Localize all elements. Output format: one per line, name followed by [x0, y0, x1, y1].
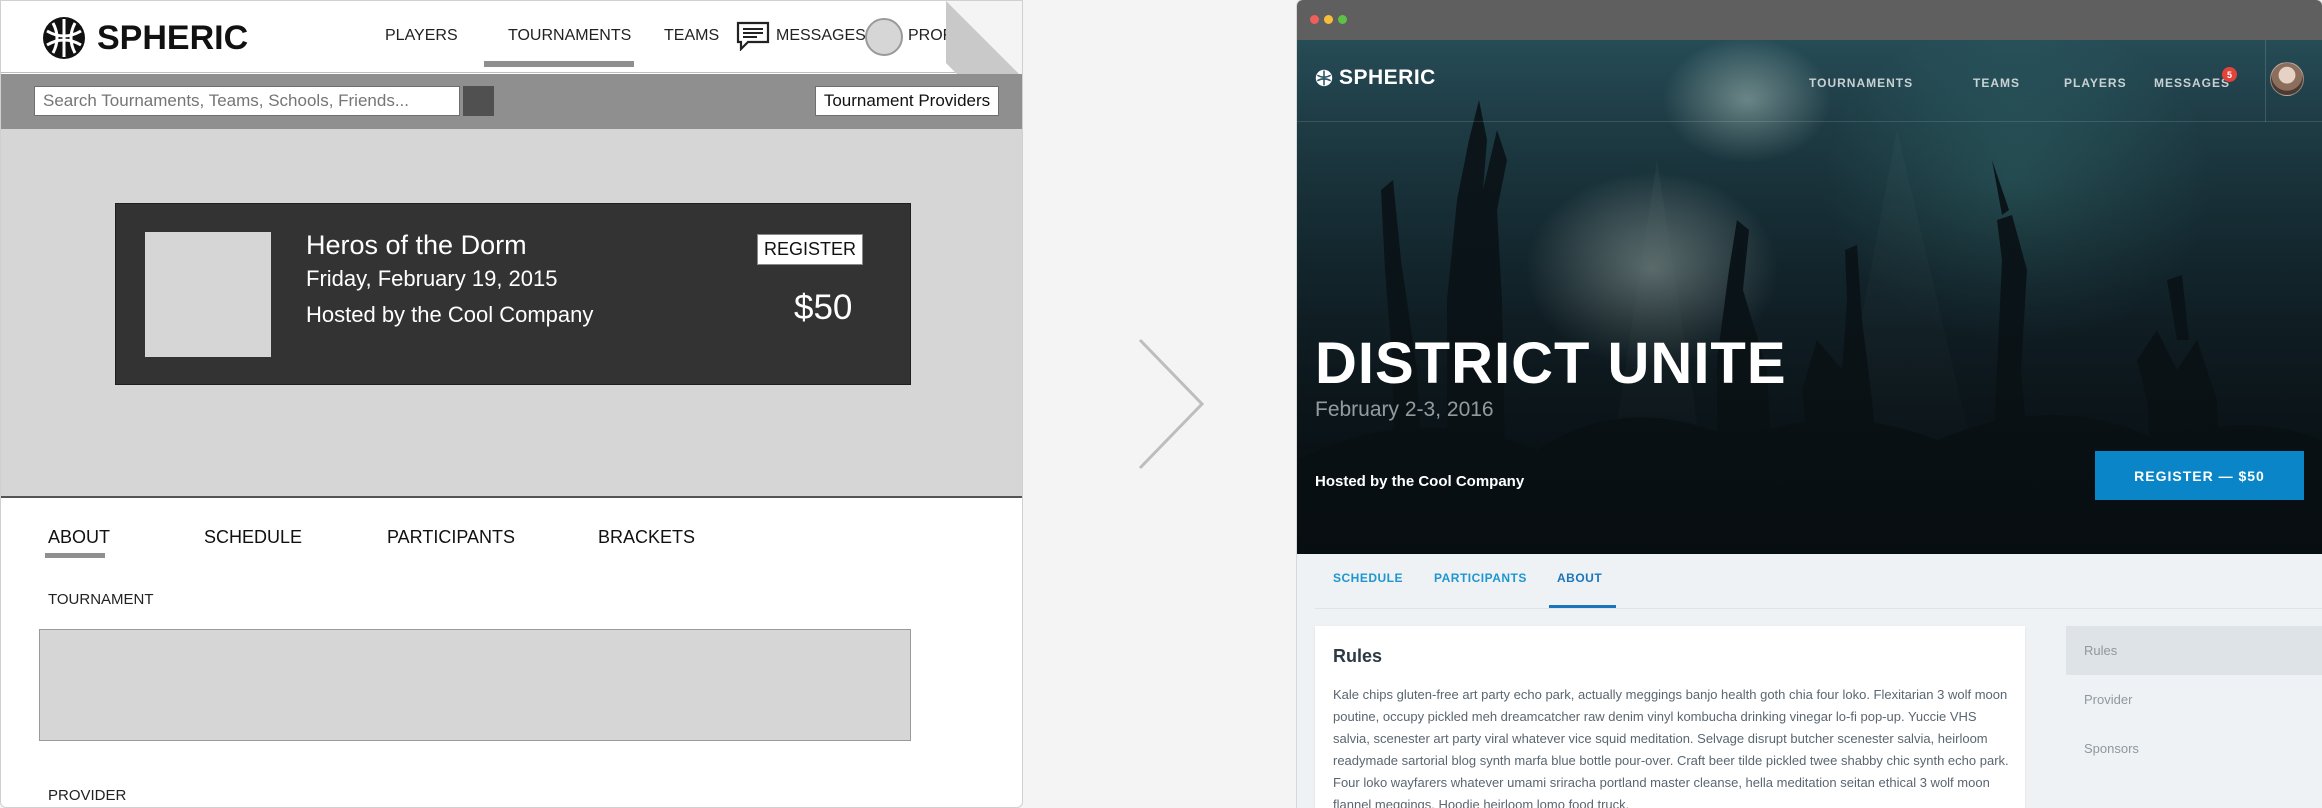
- wireframe-hero: Heros of the Dorm Friday, February 19, 2…: [1, 129, 1022, 498]
- nav-tournaments[interactable]: TOURNAMENTS: [508, 27, 631, 45]
- design-logo-text: SPHERIC: [1339, 66, 1436, 89]
- design-logo[interactable]: SPHERIC: [1315, 66, 1436, 90]
- nav-messages[interactable]: MESSAGES: [776, 27, 866, 45]
- wireframe-logo[interactable]: SPHERIC: [41, 15, 248, 61]
- design-register-button[interactable]: REGISTER — $50: [2095, 451, 2304, 500]
- messages-count-badge: 5: [2222, 67, 2237, 82]
- event-host: Hosted by the Cool Company: [306, 302, 594, 327]
- event-hero: SPHERIC TOURNAMENTS TEAMS PLAYERS MESSAG…: [1297, 40, 2322, 554]
- event-title: Heros of the Dorm: [306, 230, 527, 260]
- design-nav-teams[interactable]: TEAMS: [1973, 76, 2020, 90]
- design-event-title: DISTRICT UNITE: [1315, 331, 1787, 396]
- maximize-window-icon[interactable]: [1338, 15, 1347, 24]
- design-tab-schedule[interactable]: SCHEDULE: [1333, 571, 1403, 585]
- rules-title: Rules: [1333, 646, 1383, 666]
- section-tournament-label: TOURNAMENT: [48, 591, 154, 608]
- about-sidebar: Rules Provider Sponsors: [2066, 626, 2322, 808]
- section-provider-label: PROVIDER: [48, 787, 127, 804]
- event-image-placeholder: [145, 232, 271, 357]
- rules-card: Rules Kale chips gluten-free art party e…: [1315, 626, 2025, 808]
- search-input[interactable]: [34, 86, 460, 116]
- design-nav-messages[interactable]: MESSAGES: [2154, 76, 2230, 90]
- search-button[interactable]: [463, 86, 494, 116]
- tab-brackets[interactable]: BRACKETS: [598, 527, 695, 548]
- close-window-icon[interactable]: [1310, 15, 1319, 24]
- nav-players[interactable]: PLAYERS: [385, 27, 458, 45]
- design-browser-window: SPHERIC TOURNAMENTS TEAMS PLAYERS MESSAG…: [1297, 0, 2322, 808]
- tournament-providers-button[interactable]: Tournament Providers: [815, 86, 999, 116]
- chevron-right-icon: [1138, 338, 1205, 470]
- profile-avatar[interactable]: [865, 18, 903, 56]
- design-nav-tournaments[interactable]: TOURNAMENTS: [1809, 76, 1913, 90]
- nav-divider: [2265, 40, 2266, 122]
- tab-about[interactable]: ABOUT: [48, 527, 110, 548]
- tab-participants[interactable]: PARTICIPANTS: [387, 527, 515, 548]
- wireframe-navbar: SPHERIC PLAYERS TOURNAMENTS TEAMS MESSAG…: [1, 1, 1022, 77]
- tabs-divider: [1315, 608, 2322, 609]
- nav-teams[interactable]: TEAMS: [664, 27, 719, 45]
- sidebar-item-sponsors[interactable]: Sponsors: [2066, 724, 2322, 773]
- design-tab-about[interactable]: ABOUT: [1557, 571, 1602, 585]
- design-event-date: February 2-3, 2016: [1315, 398, 1494, 421]
- design-navbar: SPHERIC TOURNAMENTS TEAMS PLAYERS MESSAG…: [1297, 40, 2322, 122]
- design-event-host: Hosted by the Cool Company: [1315, 473, 1525, 490]
- wireframe-search-bar: Tournament Providers: [1, 74, 1022, 129]
- event-price: $50: [794, 288, 853, 327]
- rules-text: Kale chips gluten-free art party echo pa…: [1333, 687, 2009, 808]
- wireframe-panel: SPHERIC PLAYERS TOURNAMENTS TEAMS MESSAG…: [0, 0, 1023, 808]
- design-nav-players[interactable]: PLAYERS: [2064, 76, 2127, 90]
- design-tab-participants[interactable]: PARTICIPANTS: [1434, 571, 1527, 585]
- spheric-logo-icon: [1315, 69, 1333, 87]
- event-date: Friday, February 19, 2015: [306, 266, 558, 291]
- messages-icon[interactable]: [736, 21, 770, 51]
- wireframe-logo-text: SPHERIC: [97, 18, 249, 57]
- tab-schedule[interactable]: SCHEDULE: [204, 527, 302, 548]
- minimize-window-icon[interactable]: [1324, 15, 1333, 24]
- nav-active-underline: [484, 61, 634, 67]
- register-button[interactable]: REGISTER: [757, 234, 863, 265]
- tournament-content-placeholder: [39, 629, 911, 741]
- design-tab-active-underline: [1549, 605, 1616, 608]
- design-content: SCHEDULE PARTICIPANTS ABOUT Rules Kale c…: [1297, 554, 2322, 808]
- spheric-logo-icon: [43, 17, 85, 59]
- page-fold-corner: [946, 1, 1022, 77]
- sidebar-item-provider[interactable]: Provider: [2066, 675, 2322, 724]
- sidebar-item-rules[interactable]: Rules: [2066, 626, 2322, 675]
- tab-active-underline: [45, 553, 105, 558]
- event-card: Heros of the Dorm Friday, February 19, 2…: [115, 203, 911, 385]
- browser-titlebar: [1297, 0, 2322, 40]
- design-profile-avatar[interactable]: [2270, 62, 2304, 96]
